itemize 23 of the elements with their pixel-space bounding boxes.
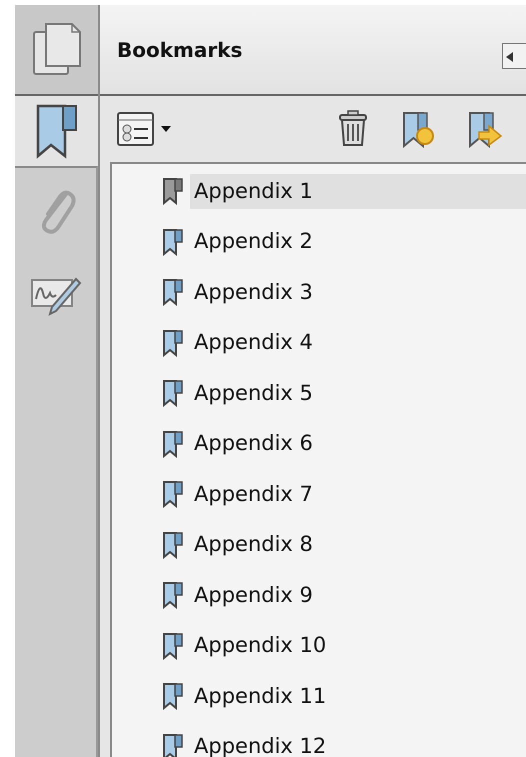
bookmark-item[interactable]: Appendix 12 [190, 729, 526, 757]
new-bookmark-button[interactable] [401, 110, 437, 148]
bookmark-item[interactable]: Appendix 9 [190, 578, 526, 613]
bookmark-arrow-button[interactable] [467, 110, 503, 148]
signature-pen-icon [30, 274, 82, 316]
bookmark-item[interactable]: Appendix 3 [190, 274, 526, 310]
collapse-button[interactable] [502, 43, 526, 69]
bookmark-icon [34, 103, 78, 159]
bookmark-item[interactable]: Appendix 1 [190, 174, 526, 209]
bookmark-item[interactable]: Appendix 2 [190, 224, 526, 260]
bookmark-item[interactable]: Appendix 10 [190, 628, 526, 664]
delete-button[interactable] [337, 110, 369, 148]
bookmark-item[interactable]: Appendix 4 [190, 325, 526, 360]
options-button[interactable] [117, 111, 173, 147]
triangle-left-icon [504, 50, 516, 64]
panel-title: Bookmarks [117, 36, 242, 64]
bookmark-item[interactable]: Appendix 6 [190, 426, 526, 462]
bookmark-item[interactable]: Appendix 5 [190, 376, 526, 411]
bookmark-item[interactable]: Appendix 8 [190, 527, 526, 562]
pages-icon [32, 22, 82, 78]
bookmark-item[interactable]: Appendix 11 [190, 678, 526, 714]
pages-tab[interactable] [15, 5, 98, 96]
bookmark-item[interactable]: Appendix 7 [190, 476, 526, 512]
